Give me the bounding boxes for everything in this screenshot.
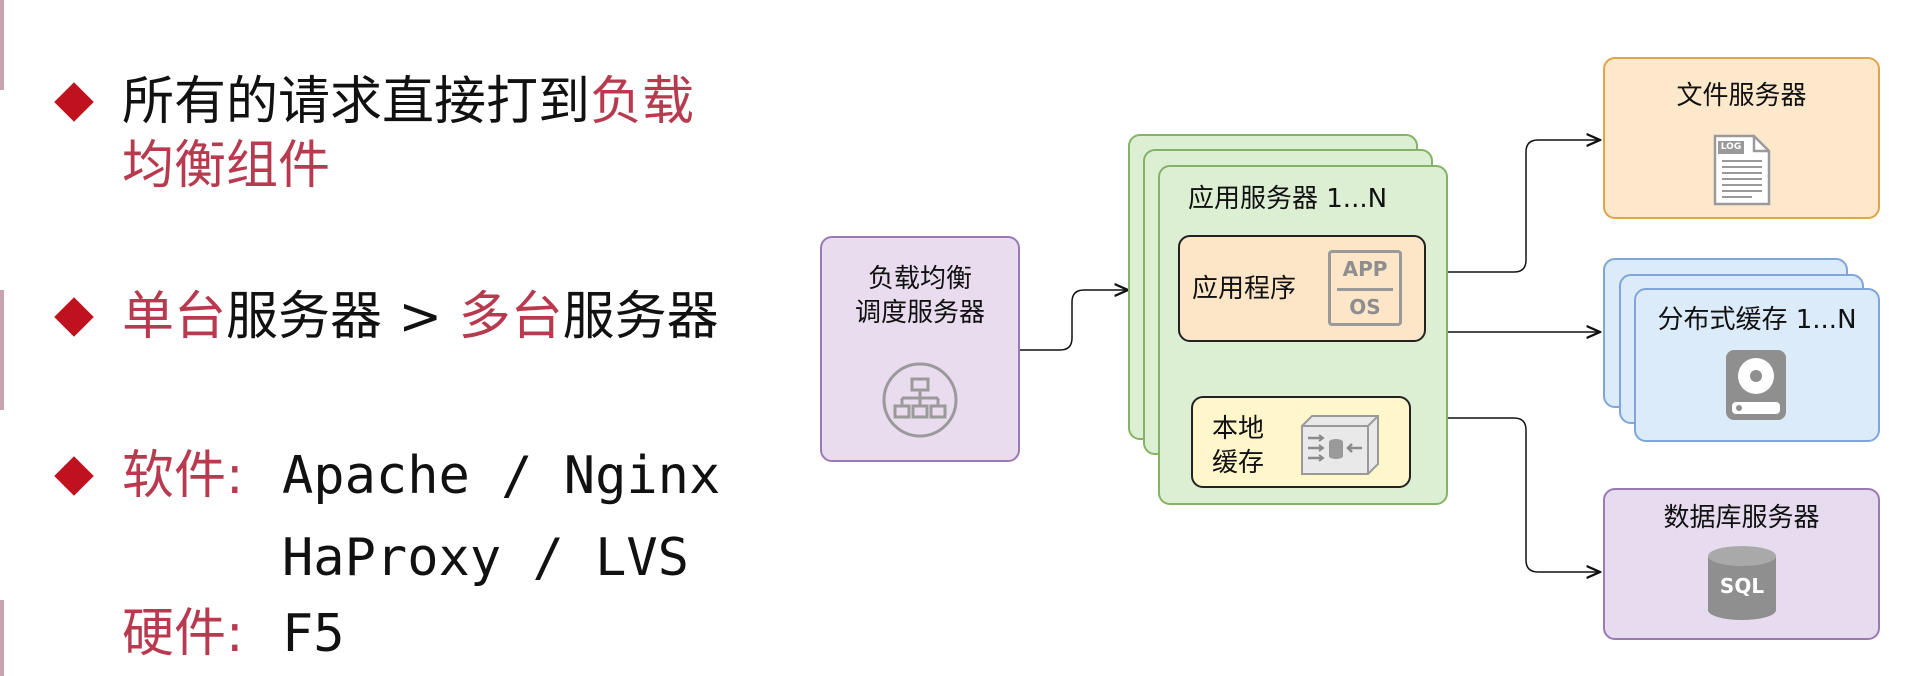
- db-server-title: 数据库服务器: [1663, 503, 1820, 533]
- local-cache-label-2: 缓存: [1212, 448, 1265, 478]
- log-icon-text: LOG: [1720, 142, 1742, 152]
- app-icon-divider: [1337, 288, 1393, 291]
- app-os-icon: APP OS: [1328, 250, 1402, 326]
- load-balancer-label-1: 负载均衡: [867, 264, 972, 294]
- arrow-app-to-db: [1443, 417, 1600, 572]
- dist-cache-title: 分布式缓存 1...N: [1657, 305, 1857, 335]
- app-server-title: 应用服务器 1...N: [1188, 184, 1388, 214]
- cache-icon: [1301, 415, 1379, 475]
- local-cache-label-1: 本地: [1212, 414, 1265, 444]
- load-balancer-label-2: 调度服务器: [854, 298, 985, 328]
- os-icon-text: OS: [1349, 295, 1381, 319]
- app-program-label: 应用程序: [1192, 274, 1297, 304]
- sql-icon-text: SQL: [1719, 574, 1765, 598]
- hard-disk-icon: [1726, 350, 1786, 420]
- arrow-lb-to-app: [1020, 290, 1128, 351]
- file-server-title: 文件服务器: [1676, 81, 1807, 111]
- arrow-app-to-file: [1443, 140, 1600, 273]
- sitemap-icon: [882, 362, 958, 438]
- app-icon-text: APP: [1342, 257, 1388, 281]
